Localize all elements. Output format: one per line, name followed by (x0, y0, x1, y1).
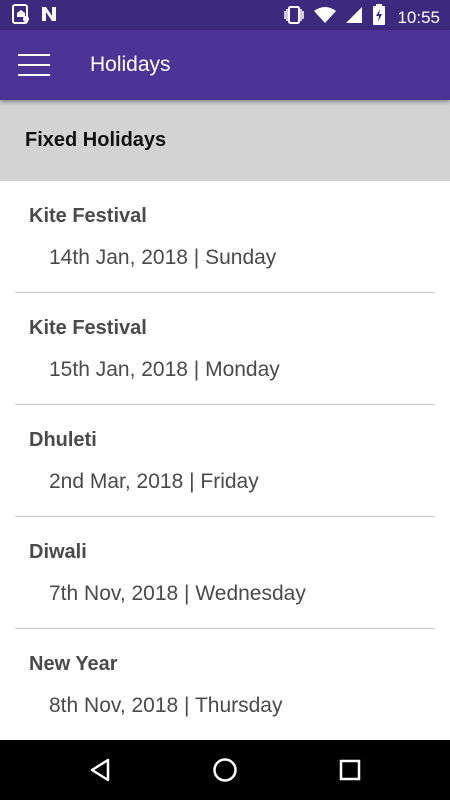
section-title: Fixed Holidays (25, 129, 167, 151)
navigation-bar (0, 740, 450, 800)
holiday-date: 2nd Mar, 2018 | Friday (49, 470, 259, 493)
app-bar: Holidays (0, 30, 450, 100)
holiday-name: Kite Festival (29, 205, 147, 227)
vibrate-icon (283, 5, 305, 30)
holiday-name: Diwali (29, 541, 87, 563)
holiday-date: 8th Nov, 2018 | Thursday (49, 694, 283, 717)
page-title: Holidays (90, 53, 171, 76)
holiday-date: 7th Nov, 2018 | Wednesday (49, 582, 306, 605)
section-header: Fixed Holidays (0, 100, 450, 181)
recents-icon[interactable] (336, 756, 364, 784)
list-item[interactable]: Diwali 7th Nov, 2018 | Wednesday (15, 517, 435, 629)
holiday-name: Kite Festival (29, 317, 147, 339)
screen: 10:55 Holidays Fixed Holidays Kite Festi… (0, 0, 450, 800)
n-logo-icon (40, 5, 58, 28)
holiday-date: 14th Jan, 2018 | Sunday (49, 246, 277, 269)
notification-sim-icon (12, 4, 30, 29)
signal-icon (345, 6, 363, 29)
list-item[interactable]: Kite Festival 15th Jan, 2018 | Monday (15, 293, 435, 405)
home-icon[interactable] (211, 756, 239, 784)
list-item[interactable]: New Year 8th Nov, 2018 | Thursday (15, 629, 435, 740)
holiday-name: New Year (29, 653, 118, 675)
list-item[interactable]: Dhuleti 2nd Mar, 2018 | Friday (15, 405, 435, 517)
holiday-list: Kite Festival 14th Jan, 2018 | Sunday Ki… (0, 181, 450, 740)
wifi-icon (314, 6, 337, 29)
back-icon[interactable] (86, 756, 114, 784)
list-item[interactable]: Kite Festival 14th Jan, 2018 | Sunday (15, 181, 435, 293)
hamburger-menu-icon[interactable] (18, 52, 50, 78)
status-bar: 10:55 (0, 0, 450, 30)
battery-charging-icon (372, 4, 386, 31)
status-time: 10:55 (397, 7, 440, 27)
holiday-date: 15th Jan, 2018 | Monday (49, 358, 280, 381)
holiday-name: Dhuleti (29, 429, 97, 451)
